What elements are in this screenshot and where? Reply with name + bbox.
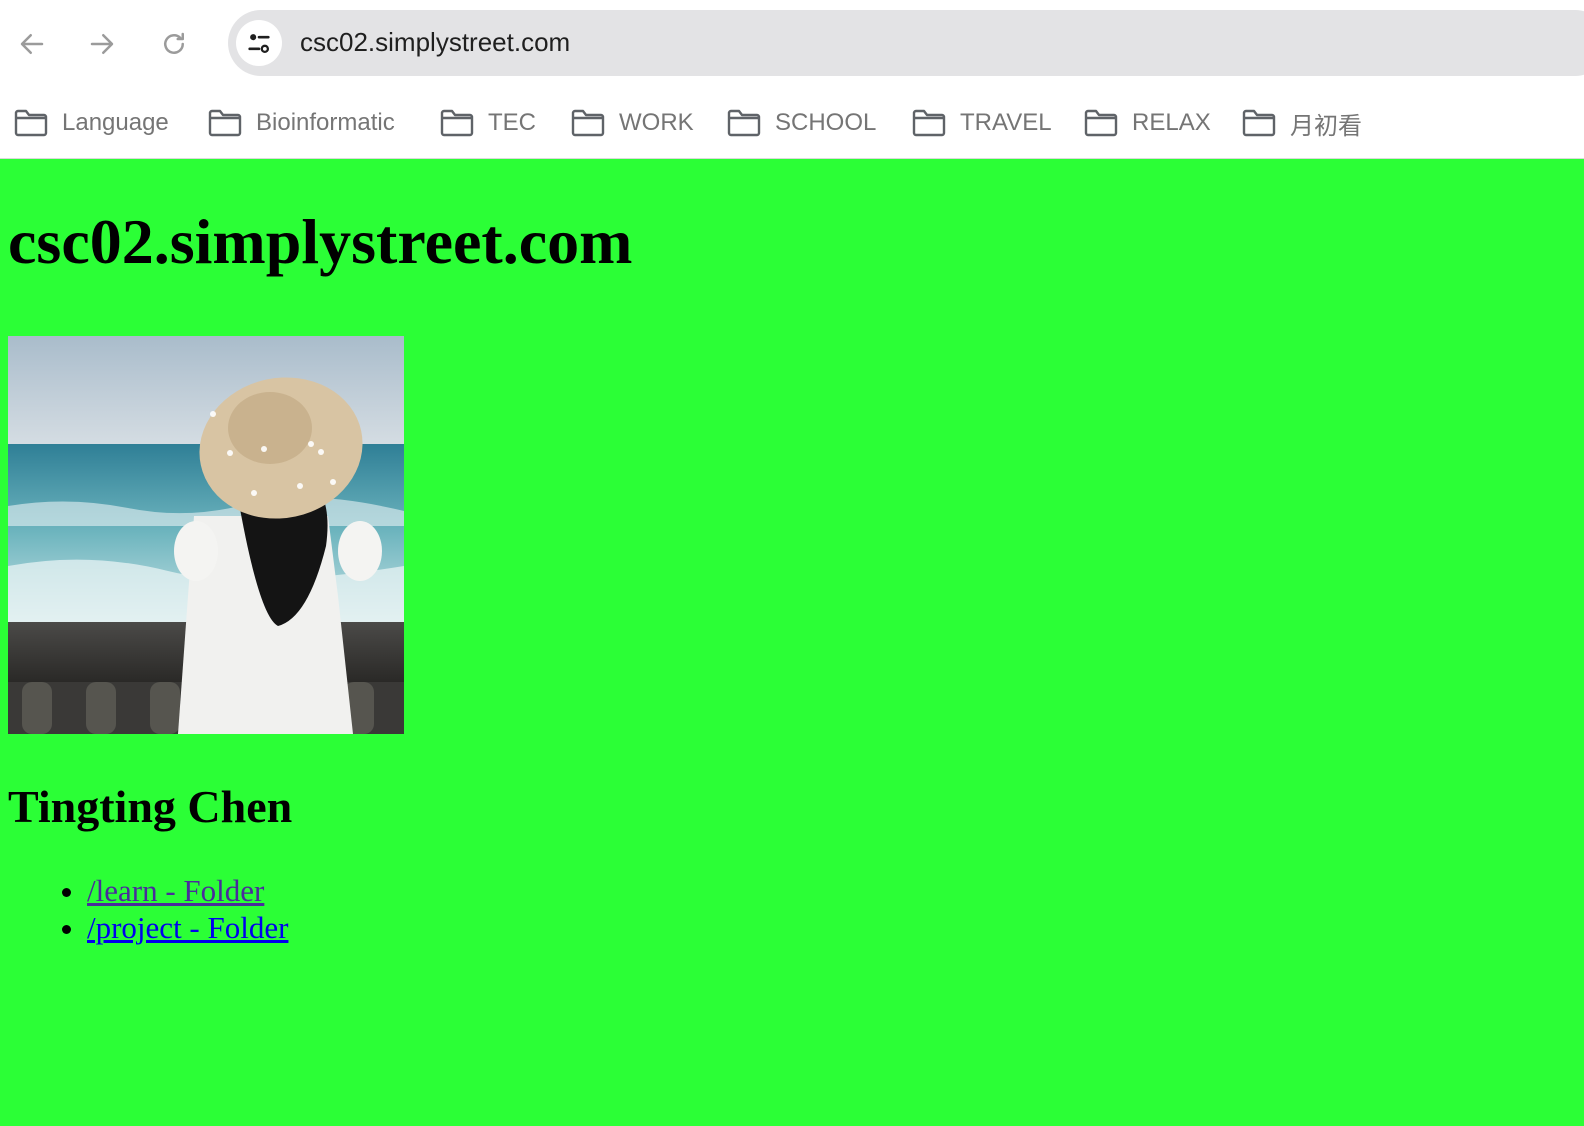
address-bar[interactable]: csc02.simplystreet.com [228,10,1584,76]
site-info-button[interactable] [236,20,282,66]
bookmark-folder-bioinformatic[interactable]: Bioinformatic [208,106,395,140]
forward-button[interactable] [82,24,122,64]
bookmark-label: TEC [488,109,536,136]
profile-photo [8,336,404,734]
bookmark-label: WORK [619,109,694,136]
profile-photo-image [8,336,404,734]
folder-icon [912,109,946,137]
back-button[interactable] [12,24,52,64]
folder-list: /learn - Folder /project - Folder [0,872,288,946]
owner-name: Tingting Chen [8,781,293,832]
bookmark-label: Language [62,109,169,136]
folder-icon [14,109,48,137]
folder-icon [727,109,761,137]
browser-toolbar: csc02.simplystreet.com [0,0,1584,88]
folder-icon [440,109,474,137]
arrow-left-icon [20,34,44,54]
bookmark-folder-school[interactable]: SCHOOL [727,106,876,140]
arrow-right-icon [90,34,114,54]
page-title: csc02.simplystreet.com [8,206,633,277]
tune-icon [248,34,270,54]
bookmark-folder-work[interactable]: WORK [571,106,694,140]
reload-button[interactable] [154,24,194,64]
folder-icon [571,109,605,137]
folder-icon [1242,109,1276,137]
reload-icon [164,32,184,54]
bookmark-label: SCHOOL [775,109,877,136]
bookmarks-bar: Language Bioinformatic TEC WORK SCHOOL T… [0,88,1584,159]
learn-folder-link[interactable]: /learn - Folder [87,873,264,908]
list-item: /learn - Folder [87,872,288,909]
bookmark-label: Bioinformatic [256,109,395,136]
bookmark-label: 月初看 [1290,112,1362,140]
project-folder-link[interactable]: /project - Folder [87,910,288,945]
bookmark-folder-relax[interactable]: RELAX [1084,106,1211,140]
list-item: /project - Folder [87,909,288,946]
bookmark-label: RELAX [1132,109,1211,136]
bookmark-label: TRAVEL [960,109,1052,136]
folder-icon [208,109,242,137]
folder-icon [1084,109,1118,137]
bookmark-folder-language[interactable]: Language [14,106,169,140]
bookmark-folder-travel[interactable]: TRAVEL [912,106,1052,140]
bookmark-folder-monthly[interactable]: 月初看 [1242,106,1362,140]
url-text[interactable]: csc02.simplystreet.com [300,27,570,58]
bookmark-folder-tec[interactable]: TEC [440,106,536,140]
